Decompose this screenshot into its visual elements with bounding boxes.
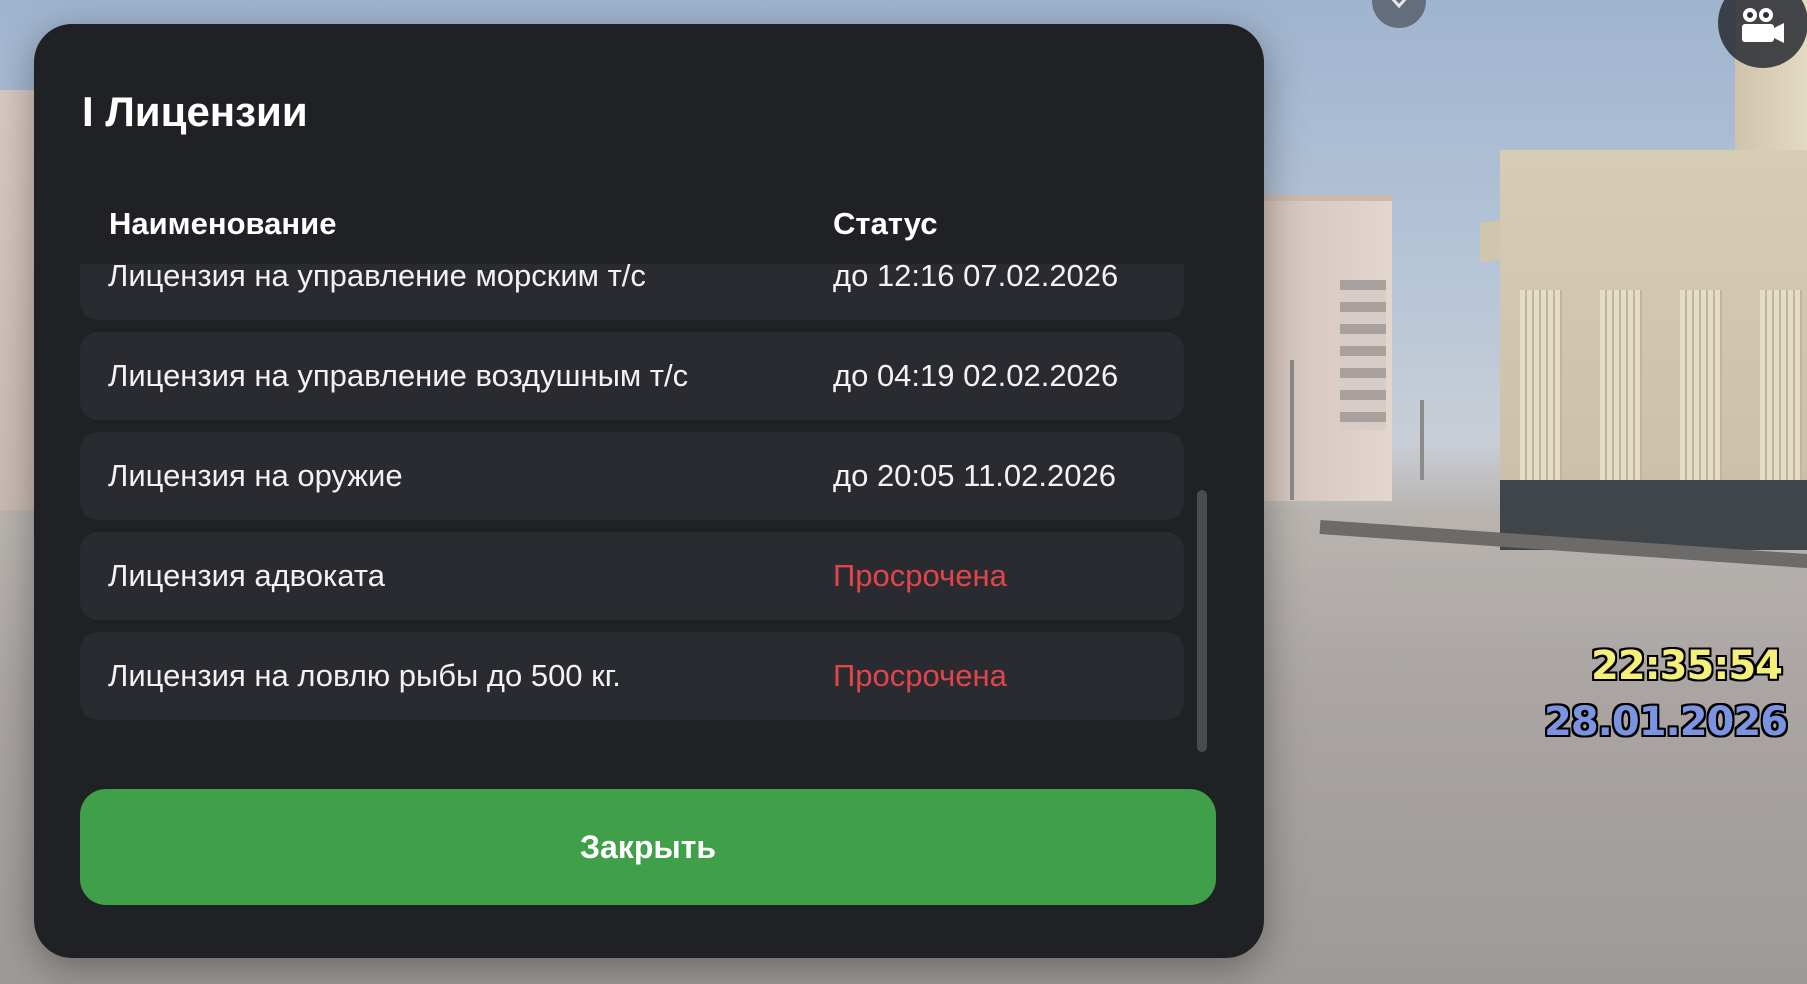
hud-clock-date: 28.01.2026: [1544, 699, 1788, 745]
dialog-title: I Лицензии: [82, 88, 308, 135]
column-header-name: Наименование: [109, 206, 337, 241]
license-row: Лицензия на оружие до 20:05 11.02.2026: [80, 432, 1184, 520]
street-lamp: [1420, 400, 1424, 480]
licenses-list[interactable]: Лицензия на управление морским т/с до 12…: [80, 264, 1220, 754]
building-column: [1680, 290, 1722, 490]
license-row: Лицензия на управление морским т/с до 12…: [80, 264, 1184, 320]
hud-clock-time: 22:35:54: [1591, 643, 1783, 689]
licenses-dialog: I Лицензии Наименование Статус Лицензия …: [34, 24, 1264, 958]
license-status-expired: Просрочена: [833, 658, 1007, 693]
building-column: [1760, 290, 1802, 490]
column-header-status: Статус: [833, 206, 938, 241]
license-name: Лицензия адвоката: [108, 558, 385, 593]
building-column: [1600, 290, 1642, 490]
license-row: Лицензия адвоката Просрочена: [80, 532, 1184, 620]
license-name: Лицензия на управление морским т/с: [108, 264, 646, 293]
close-dialog-button[interactable]: Закрыть: [80, 789, 1216, 905]
license-name: Лицензия на оружие: [108, 458, 403, 493]
license-name: Лицензия на управление воздушным т/с: [108, 358, 689, 393]
camera-icon: [1742, 8, 1784, 43]
license-status-expired: Просрочена: [833, 558, 1007, 593]
license-status: до 04:19 02.02.2026: [833, 358, 1119, 393]
license-row: Лицензия на управление воздушным т/с до …: [80, 332, 1184, 420]
license-status: до 12:16 07.02.2026: [833, 264, 1119, 293]
license-status: до 20:05 11.02.2026: [833, 458, 1116, 493]
license-row: Лицензия на ловлю рыбы до 500 кг. Просро…: [80, 632, 1184, 720]
list-scrollbar-thumb[interactable]: [1197, 490, 1207, 752]
building-middle-windows: [1340, 280, 1386, 430]
building-column: [1520, 290, 1562, 490]
license-name: Лицензия на ловлю рыбы до 500 кг.: [108, 658, 621, 693]
street-lamp: [1290, 360, 1294, 500]
close-icon: [1391, 0, 1407, 9]
